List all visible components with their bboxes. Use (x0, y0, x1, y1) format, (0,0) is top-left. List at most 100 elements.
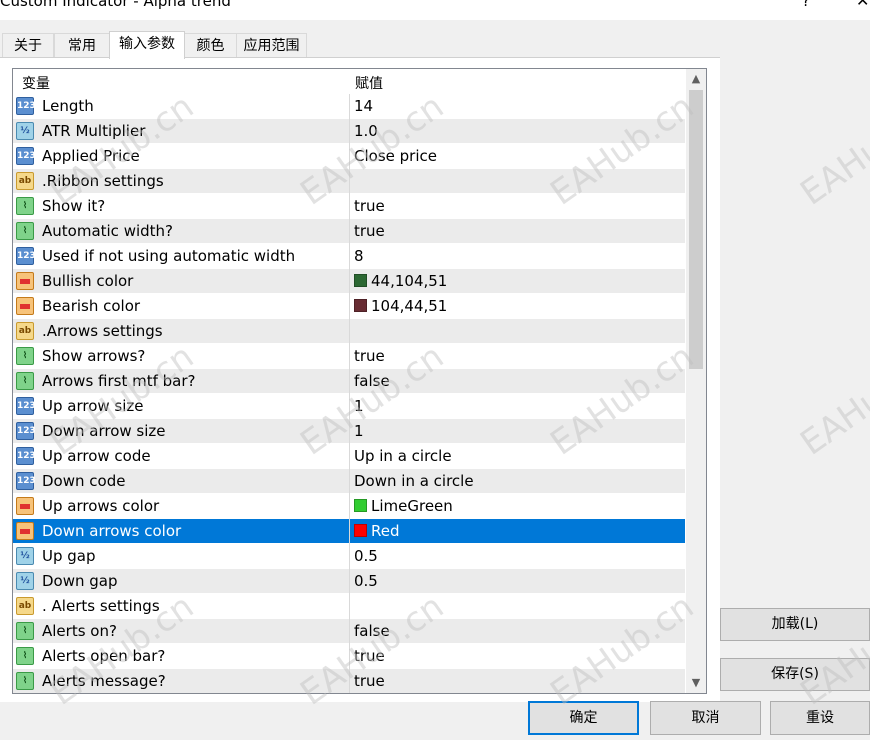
save-button[interactable]: 保存(S) (720, 658, 870, 691)
parameter-value-text: 1 (354, 422, 364, 440)
parameter-row[interactable]: ⌇ Alerts open bar? true (13, 644, 685, 669)
parameter-name: Show arrows? (42, 347, 146, 365)
parameter-name: ATR Multiplier (42, 122, 146, 140)
parameter-value[interactable]: Red (354, 522, 400, 540)
column-divider (349, 169, 350, 194)
parameter-row[interactable]: ½ ATR Multiplier 1.0 (13, 119, 685, 144)
scroll-thumb[interactable] (689, 90, 703, 369)
tab-about[interactable]: 关于 (2, 33, 54, 58)
parameter-row[interactable]: ½ Up gap 0.5 (13, 544, 685, 569)
column-divider (349, 194, 350, 219)
column-divider (349, 519, 350, 544)
col-type-icon (16, 272, 34, 290)
parameter-row[interactable]: ⌇ Alerts message? true (13, 669, 685, 693)
parameter-name: Bullish color (42, 272, 134, 290)
parameter-value[interactable]: false (354, 372, 390, 390)
parameter-row[interactable]: ab .Ribbon settings (13, 169, 685, 194)
header-variable[interactable]: 变量 (22, 73, 50, 93)
parameter-row[interactable]: ⌇ Show it? true (13, 194, 685, 219)
ok-button[interactable]: 确定 (528, 701, 639, 735)
column-divider (349, 419, 350, 444)
scroll-down-icon[interactable]: ▼ (686, 673, 706, 693)
parameter-name: Down arrows color (42, 522, 182, 540)
parameter-name: Applied Price (42, 147, 140, 165)
tab-visualization[interactable]: 应用范围 (236, 33, 307, 58)
parameter-row[interactable]: 123 Used if not using automatic width 8 (13, 244, 685, 269)
tab-common[interactable]: 常用 (54, 33, 110, 58)
parameter-row[interactable]: ⌇ Alerts on? false (13, 619, 685, 644)
parameter-value[interactable]: true (354, 197, 385, 215)
parameter-value-text: 104,44,51 (371, 297, 448, 315)
parameter-value-text: 0.5 (354, 572, 378, 590)
parameter-name: Bearish color (42, 297, 141, 315)
scroll-up-icon[interactable]: ▲ (686, 69, 706, 89)
parameter-row[interactable]: ab . Alerts settings (13, 594, 685, 619)
column-divider (349, 544, 350, 569)
column-divider (349, 594, 350, 619)
parameter-value[interactable]: true (354, 647, 385, 665)
parameter-rows: 123 Length 14 ½ ATR Multiplier 1.0 123 Applied … (13, 94, 685, 693)
parameter-row[interactable]: 123 Applied Price Close price (13, 144, 685, 169)
parameter-value[interactable]: Down in a circle (354, 472, 474, 490)
parameter-row[interactable]: 123 Down arrow size 1 (13, 419, 685, 444)
parameter-value[interactable]: LimeGreen (354, 497, 453, 515)
parameter-value-text: 44,104,51 (371, 272, 448, 290)
parameter-row[interactable]: 123 Up arrow size 1 (13, 394, 685, 419)
parameter-row[interactable]: Up arrows color LimeGreen (13, 494, 685, 519)
parameter-row[interactable]: 123 Down code Down in a circle (13, 469, 685, 494)
close-button[interactable]: ✕ (856, 0, 869, 10)
parameter-name: Up arrow size (42, 397, 144, 415)
column-divider (349, 119, 350, 144)
parameter-value[interactable]: 0.5 (354, 547, 378, 565)
color-swatch (354, 299, 367, 312)
cancel-button[interactable]: 取消 (650, 701, 761, 735)
parameter-value[interactable]: true (354, 347, 385, 365)
parameter-value[interactable]: 0.5 (354, 572, 378, 590)
parameter-row[interactable]: ½ Down gap 0.5 (13, 569, 685, 594)
parameter-value[interactable]: 1.0 (354, 122, 378, 140)
parameter-value[interactable]: 1 (354, 422, 364, 440)
parameter-name: Alerts on? (42, 622, 117, 640)
parameter-row[interactable]: ab .Arrows settings (13, 319, 685, 344)
parameter-row[interactable]: Down arrows color Red (13, 519, 685, 544)
parameter-value[interactable]: true (354, 672, 385, 690)
parameter-row[interactable]: Bearish color 104,44,51 (13, 294, 685, 319)
parameter-name: Length (42, 97, 94, 115)
parameter-row[interactable]: 123 Up arrow code Up in a circle (13, 444, 685, 469)
tab-inputs[interactable]: 输入参数 (109, 31, 185, 59)
bool-type-icon: ⌇ (16, 222, 34, 240)
int-type-icon: 123 (16, 422, 36, 440)
parameter-value-text: true (354, 222, 385, 240)
parameter-row[interactable]: ⌇ Arrows first mtf bar? false (13, 369, 685, 394)
parameter-value-text: 8 (354, 247, 364, 265)
header-value[interactable]: 赋值 (355, 73, 383, 93)
parameter-value-text: Red (371, 522, 400, 540)
vertical-scrollbar[interactable]: ▲ ▼ (686, 69, 706, 693)
parameter-value[interactable]: true (354, 222, 385, 240)
parameter-name: Up arrows color (42, 497, 160, 515)
help-button[interactable]: ? (802, 0, 810, 10)
reset-button[interactable]: 重设 (770, 701, 870, 735)
input-parameters-list[interactable]: 变量 赋值 123 Length 14 ½ ATR Multiplier 1.0 123 Ap… (12, 68, 707, 694)
parameter-row[interactable]: ⌇ Automatic width? true (13, 219, 685, 244)
parameter-value-text: true (354, 647, 385, 665)
parameter-row[interactable]: Bullish color 44,104,51 (13, 269, 685, 294)
parameter-name: Arrows first mtf bar? (42, 372, 196, 390)
load-button[interactable]: 加载(L) (720, 608, 870, 641)
parameter-value[interactable]: false (354, 622, 390, 640)
parameter-value-text: LimeGreen (371, 497, 453, 515)
parameter-value[interactable]: Close price (354, 147, 437, 165)
parameter-name: Up arrow code (42, 447, 151, 465)
column-divider (349, 469, 350, 494)
tab-colors[interactable]: 颜色 (184, 33, 237, 58)
parameter-value[interactable]: 104,44,51 (354, 297, 447, 315)
parameter-value[interactable]: 8 (354, 247, 364, 265)
parameter-value[interactable]: Up in a circle (354, 447, 452, 465)
parameter-value[interactable]: 44,104,51 (354, 272, 447, 290)
parameter-row[interactable]: 123 Length 14 (13, 94, 685, 119)
parameter-value[interactable]: 1 (354, 397, 364, 415)
parameter-row[interactable]: ⌇ Show arrows? true (13, 344, 685, 369)
column-divider (349, 244, 350, 269)
parameter-value[interactable]: 14 (354, 97, 373, 115)
watermark: EAHub.cn (793, 336, 870, 464)
